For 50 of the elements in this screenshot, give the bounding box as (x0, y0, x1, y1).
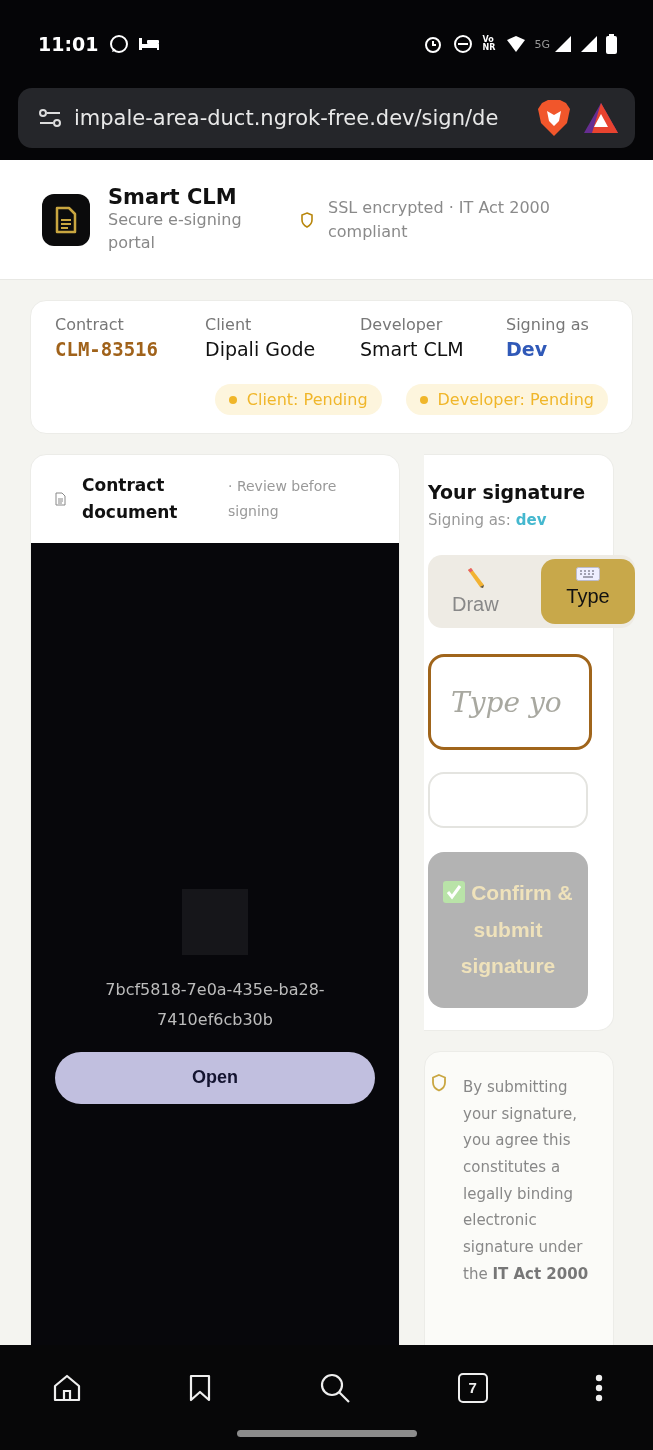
signal-icon (580, 35, 598, 53)
do-not-disturb-icon (452, 33, 475, 55)
tagline: Secure e-signing portal (108, 209, 243, 254)
battery-icon (606, 34, 617, 54)
file-name: 7bcf5818-7e0a-435e-ba28-7410ef6cb30b (104, 979, 326, 1032)
chat-icon (108, 33, 131, 55)
site-settings-icon (38, 107, 62, 129)
field-label: Developer (360, 315, 444, 334)
bookmark-icon[interactable] (189, 1373, 212, 1402)
signer-name: dev (515, 511, 547, 529)
field-label: Contract (55, 315, 125, 334)
shield-icon (431, 1074, 447, 1092)
status-text: Client: Pending (246, 390, 368, 409)
signing-as-label: Signing as: (428, 511, 511, 529)
signature-title: Your signature (428, 481, 587, 503)
signal-icon (554, 35, 572, 53)
field-label: Client (205, 315, 253, 334)
open-button[interactable]: Open (55, 1051, 375, 1104)
field-value: Dev (506, 338, 549, 360)
check-icon (443, 880, 466, 903)
network-label: VoNR (482, 36, 497, 52)
network-type: 5G (534, 37, 550, 51)
lion-shield-icon[interactable] (537, 99, 571, 137)
field-value: Smart CLM (360, 338, 465, 360)
address-bar[interactable]: impale-area-duct.ngrok-free.dev/sign/de (18, 88, 635, 148)
shield-icon (300, 211, 314, 228)
document-subtitle: · Review before signing (228, 476, 338, 521)
tab-counter[interactable]: 7 (457, 1372, 488, 1403)
url-text: impale-area-duct.ngrok-free.dev/sign/de (74, 106, 500, 130)
home-icon[interactable] (52, 1372, 82, 1403)
field-value: Dipali Gode (205, 338, 317, 360)
app-name: Smart CLM (108, 185, 238, 210)
legal-notice: By submitting your signature, you agree this constitutes a legally binding electronic signature under the IT Act 2000 (463, 1077, 590, 1285)
triangle-logo-icon[interactable] (583, 102, 619, 134)
keyboard-icon (576, 567, 600, 581)
document-title: Contract document (82, 473, 179, 524)
file-icon (55, 492, 66, 506)
text-field[interactable] (428, 772, 588, 828)
field-label: Signing as (506, 315, 589, 334)
status-text: Developer: Pending (437, 390, 594, 409)
bed-icon (138, 37, 161, 51)
document-icon (55, 205, 77, 234)
field-value: CLM-83516 (55, 338, 159, 360)
more-options-icon[interactable] (595, 1373, 603, 1402)
clock-time: 11:01 (38, 33, 99, 55)
signature-name-field[interactable]: Type yo (428, 654, 592, 750)
search-icon[interactable] (318, 1371, 351, 1404)
wifi-icon (506, 35, 527, 53)
security-note: SSL encrypted · IT Act 2000 compliant (328, 197, 551, 243)
mode-tab[interactable]: Type (541, 559, 635, 624)
